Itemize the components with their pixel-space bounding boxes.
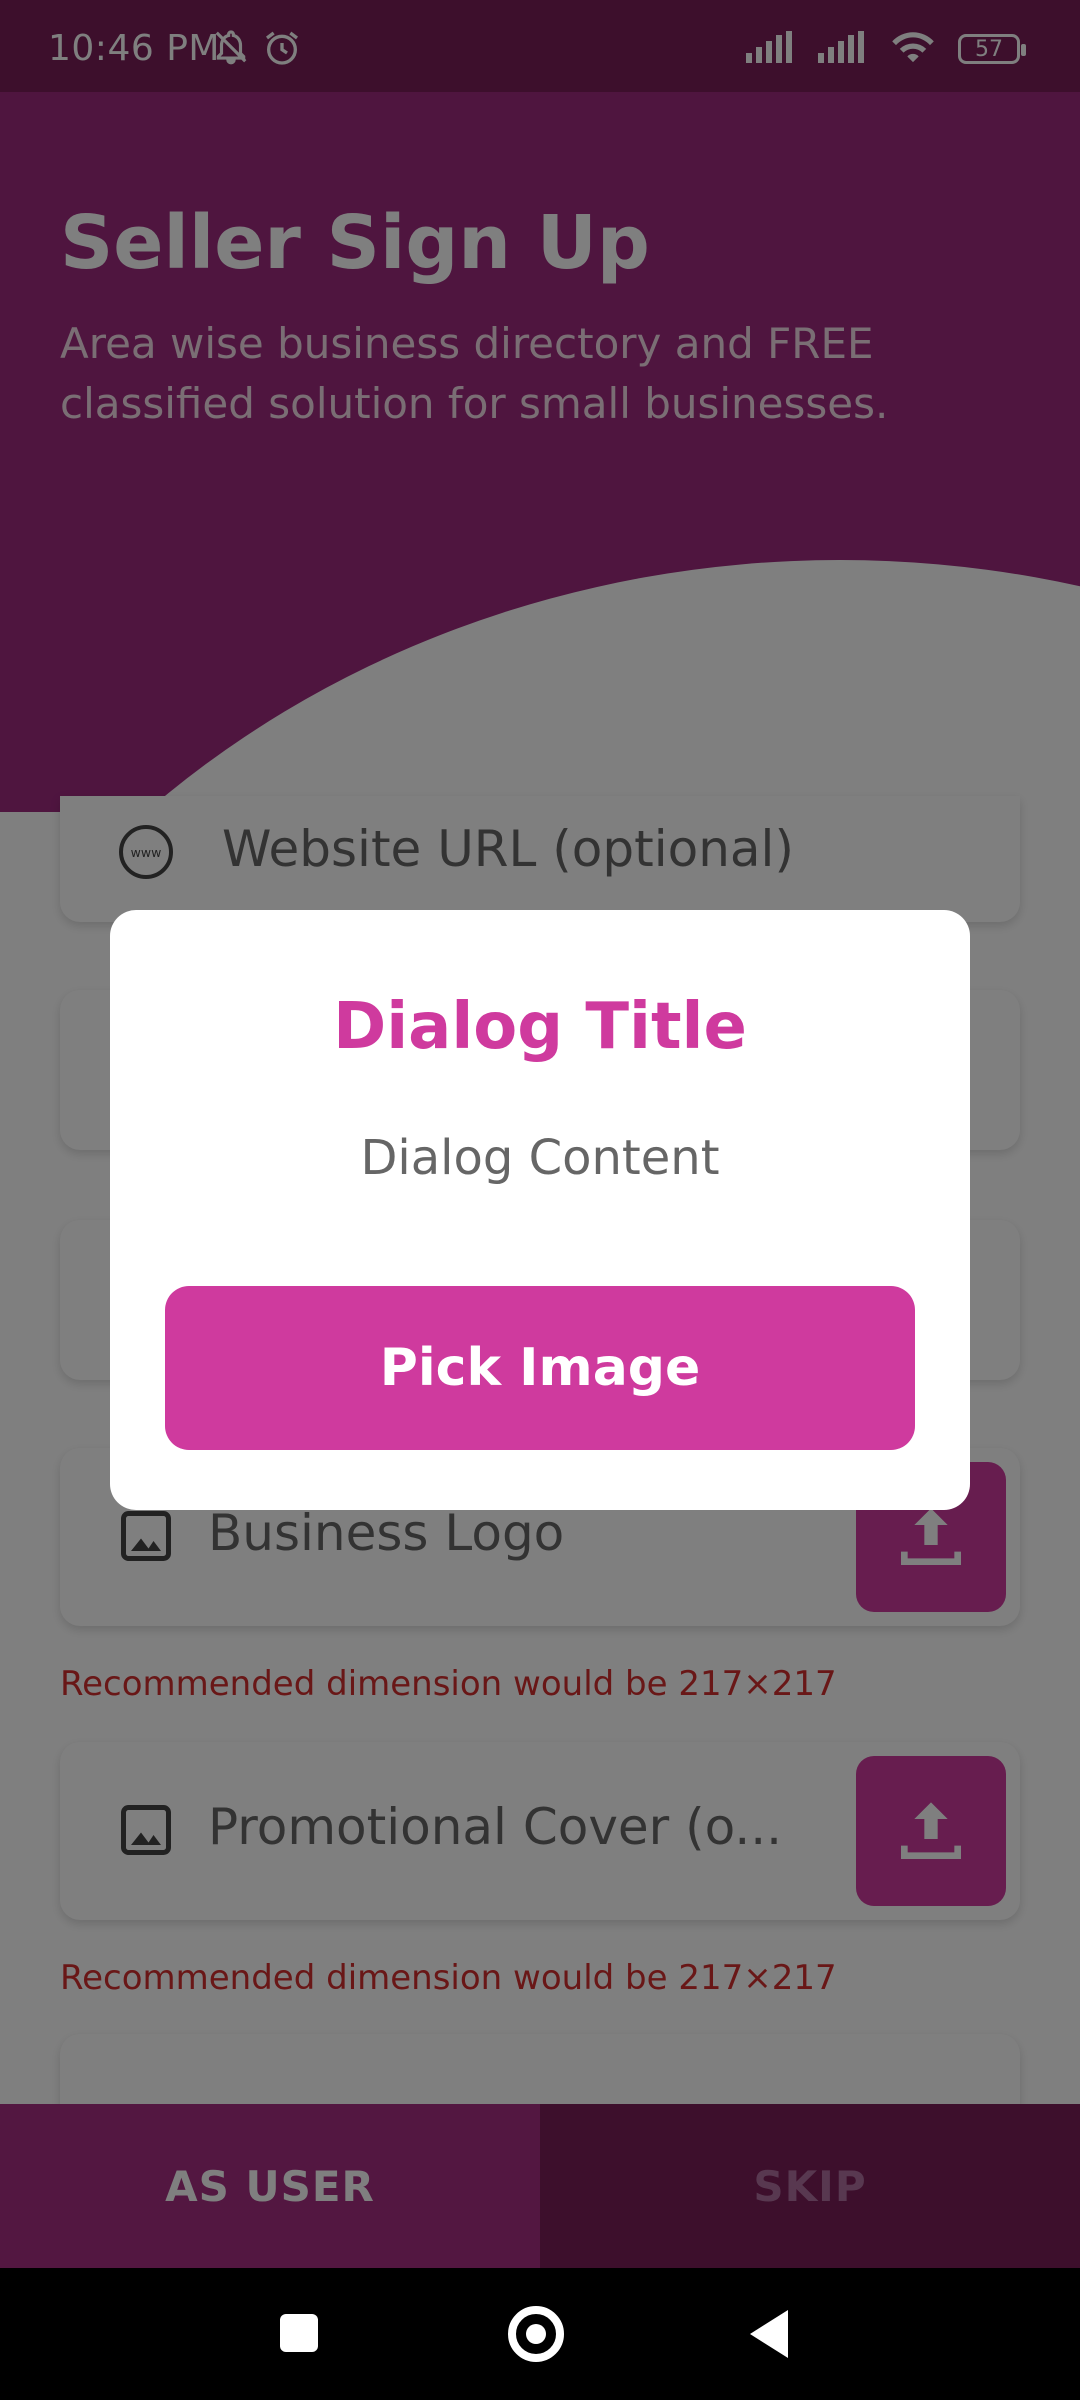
home-icon[interactable] <box>508 2306 564 2362</box>
recents-icon[interactable] <box>280 2314 318 2352</box>
dialog: Dialog Title Dialog Content Pick Image <box>110 910 970 1510</box>
navigation-bar <box>0 2268 1080 2400</box>
dialog-content: Dialog Content <box>360 1130 720 1186</box>
pick-image-button[interactable]: Pick Image <box>165 1286 915 1450</box>
dialog-title: Dialog Title <box>333 990 747 1064</box>
back-icon[interactable] <box>750 2310 788 2358</box>
